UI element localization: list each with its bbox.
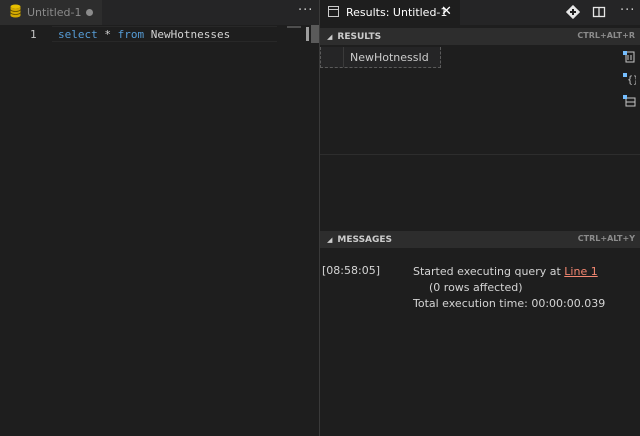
results-tab-label: Results: Untitled-1 <box>346 6 448 19</box>
minimap-cursor-marker <box>306 27 309 41</box>
line-link[interactable]: Line 1 <box>564 265 597 278</box>
message-rows-affected: (0 rows affected) <box>429 281 523 294</box>
editor-tabbar: Untitled-1 ··· <box>0 0 319 25</box>
editor-tab-label: Untitled-1 <box>27 6 82 19</box>
message-timestamp: [08:58:05] <box>322 264 380 277</box>
close-tab-icon[interactable]: ✕ <box>441 4 452 19</box>
save-json-icon[interactable]: {} <box>622 72 639 86</box>
minimap-preview <box>287 26 301 28</box>
messages-section-title: MESSAGES <box>337 234 393 245</box>
code-editor[interactable]: 1 select * from NewHotnesses <box>0 25 319 436</box>
run-query-icon[interactable] <box>565 4 582 21</box>
more-icon[interactable]: ··· <box>620 3 635 18</box>
results-tab[interactable]: Results: Untitled-1 ✕ <box>320 0 460 25</box>
editor-more-actions-icon[interactable]: ··· <box>298 3 313 18</box>
editor-scrollbar[interactable] <box>311 25 319 43</box>
results-pane: Results: Untitled-1 ✕ ··· ◢ RESULTS CTRL… <box>320 0 640 436</box>
message-line-started: Started executing query at Line 1 <box>413 264 635 280</box>
results-side-actions: {} <box>622 50 639 116</box>
column-header-newhotnessid[interactable]: NewHotnessId <box>350 51 429 64</box>
code-line-1[interactable]: select * from NewHotnesses <box>58 28 230 41</box>
split-editor-icon[interactable] <box>592 5 608 21</box>
editor-tab-untitled[interactable]: Untitled-1 <box>0 0 102 25</box>
messages-shortcut: CTRL+ALT+Y <box>577 234 635 243</box>
results-area-border <box>320 154 640 155</box>
collapse-chevron-icon[interactable]: ◢ <box>327 236 332 244</box>
results-grid-header: NewHotnessId <box>320 47 441 68</box>
row-number-column <box>343 47 344 67</box>
collapse-chevron-icon[interactable]: ◢ <box>327 33 332 41</box>
database-icon <box>10 4 21 21</box>
results-shortcut: CTRL+ALT+R <box>577 31 635 40</box>
messages-section-header[interactable]: ◢ MESSAGES CTRL+ALT+Y <box>320 231 640 248</box>
results-tabbar: Results: Untitled-1 ✕ ··· <box>320 0 640 25</box>
table-identifier: NewHotnesses <box>144 28 231 41</box>
message-started-text: Started executing query at <box>413 265 565 278</box>
keyword-from: from <box>117 28 145 41</box>
svg-text:{}: {} <box>627 75 636 86</box>
message-body: Started executing query at Line 1 (0 row… <box>413 264 635 312</box>
results-section-header[interactable]: ◢ RESULTS CTRL+ALT+R <box>320 28 640 45</box>
message-execution-time: Total execution time: 00:00:00.039 <box>413 297 606 310</box>
results-section-title: RESULTS <box>337 31 382 42</box>
sql-editor-pane: Untitled-1 ··· 1 select * from NewHotnes… <box>0 0 319 436</box>
save-excel-icon[interactable] <box>622 94 636 108</box>
preview-icon <box>328 5 339 20</box>
line-number: 1 <box>30 28 37 41</box>
unsaved-dot-icon[interactable] <box>86 9 93 16</box>
operator-star: * <box>97 28 118 41</box>
save-csv-icon[interactable] <box>622 50 636 64</box>
keyword-select: select <box>58 28 98 41</box>
